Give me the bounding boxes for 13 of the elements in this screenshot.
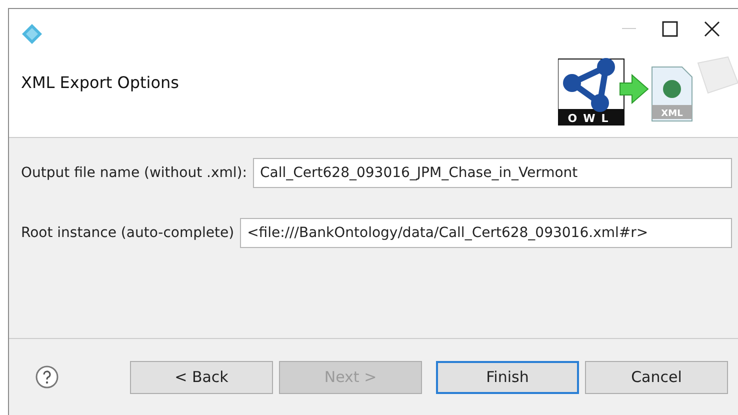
maximize-button[interactable] [662,21,678,37]
field-label: Root instance (auto-complete) [21,225,234,241]
window-title: XML Export Options [21,73,179,92]
dialog-button[interactable]: < Back [130,360,273,394]
owl-to-xml-logo-drawing: OWL XML [558,53,738,127]
help-icon[interactable] [35,365,59,389]
app-diamond-icon [21,23,43,45]
field-label: Output file name (without .xml): [21,165,247,181]
dialog-button[interactable]: Cancel [585,360,728,394]
dialog-button[interactable]: Finish [436,360,579,394]
text-field[interactable]: <file:///BankOntology/data/Call_Cert628_093016.xml#r> [240,218,732,248]
text-field[interactable]: Call_Cert628_093016_JPM_Chase_in_Vermont [253,158,732,188]
close-button[interactable] [704,21,720,37]
